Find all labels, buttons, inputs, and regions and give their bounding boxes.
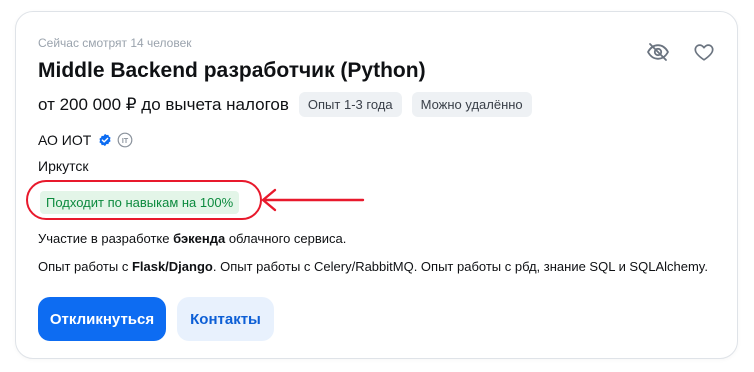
red-arrow-annotation xyxy=(261,188,365,212)
hide-vacancy-button[interactable] xyxy=(645,39,671,65)
favorite-button[interactable] xyxy=(691,39,717,65)
annotation-highlight-ellipse xyxy=(26,180,262,220)
eye-off-icon xyxy=(646,40,670,64)
svg-text:IT: IT xyxy=(122,138,129,145)
company-row: АО ИОТ IT xyxy=(38,132,133,148)
city: Иркутск xyxy=(38,158,89,174)
contacts-button[interactable]: Контакты xyxy=(177,297,274,341)
salary: от 200 000 ₽ до вычета налогов xyxy=(38,94,289,114)
description-line-1: Участие в разработке бэкенда облачного с… xyxy=(38,231,347,246)
company-name[interactable]: АО ИОТ xyxy=(38,132,91,148)
experience-tag: Опыт 1-3 года xyxy=(298,92,402,117)
respond-button[interactable]: Откликнуться xyxy=(38,297,166,341)
verified-check-icon xyxy=(98,133,112,147)
description-line-2: Опыт работы с Flask/Django. Опыт работы … xyxy=(38,259,708,274)
vacancy-title[interactable]: Middle Backend разработчик (Python) xyxy=(38,59,426,83)
remote-tag: Можно удалённо xyxy=(411,92,532,117)
salary-row: от 200 000 ₽ до вычета налогов Опыт 1-3 … xyxy=(38,92,532,117)
it-accreditation-icon: IT xyxy=(117,132,133,148)
heart-icon xyxy=(693,41,715,63)
watchers-count: Сейчас смотрят 14 человек xyxy=(38,36,192,50)
